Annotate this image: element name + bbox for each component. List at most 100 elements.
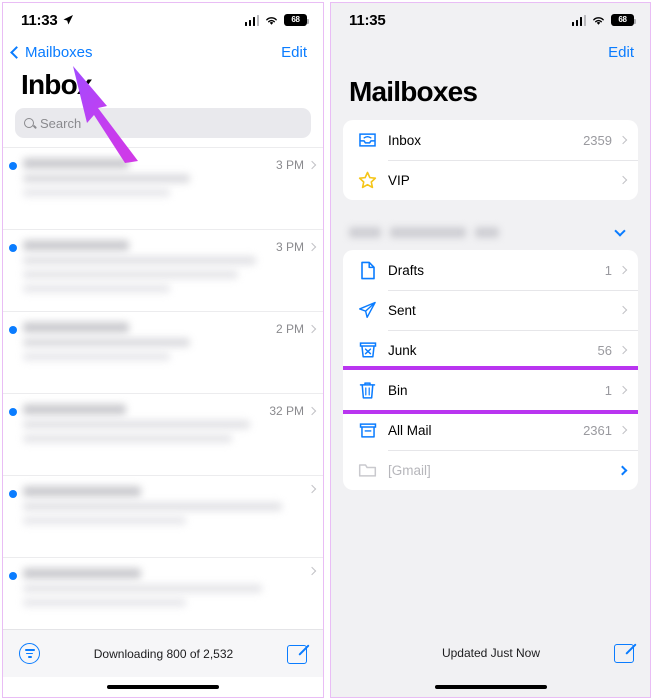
favorites-card: Inbox 2359 VIP <box>343 120 638 200</box>
message-meta <box>304 566 317 576</box>
search-bar-container: Search <box>3 108 323 147</box>
unread-dot <box>9 326 17 334</box>
inbox-tray-icon <box>355 132 380 148</box>
location-arrow-icon <box>63 15 73 25</box>
page-title: Mailboxes <box>349 76 478 107</box>
message-preview-redacted <box>23 402 269 443</box>
compose-icon[interactable] <box>286 643 310 664</box>
folder-icon <box>355 462 380 478</box>
message-meta: 3 PM <box>275 156 317 172</box>
mailbox-row-bin[interactable]: Bin 1 <box>343 370 638 410</box>
cellular-bars-icon <box>571 14 586 26</box>
left-status-icons: 68 <box>244 14 309 26</box>
chevron-right-icon <box>307 160 317 170</box>
mailbox-row-junk[interactable]: Junk 56 <box>343 330 638 370</box>
left-phone-screen: 11:33 68 Mailboxes Edit Inbox Search 3 P… <box>2 2 324 698</box>
home-indicator <box>3 677 323 697</box>
left-status-time-group: 11:33 <box>21 12 74 29</box>
message-row[interactable]: 32 PM <box>3 393 323 475</box>
chevron-right-icon <box>307 484 317 494</box>
message-row[interactable] <box>3 475 323 557</box>
compose-icon[interactable] <box>614 643 637 663</box>
mailbox-label: Drafts <box>388 262 425 278</box>
right-toolbar: Updated Just Now <box>331 629 650 677</box>
chevron-right-icon <box>618 305 628 315</box>
chevron-right-icon <box>307 406 317 416</box>
star-icon <box>355 171 380 189</box>
mailbox-row-all-mail[interactable]: All Mail 2361 <box>343 410 638 450</box>
mailbox-label: [Gmail] <box>388 462 431 478</box>
home-indicator <box>331 677 650 697</box>
mailboxes-body: Inbox 2359 VIP Drafts 1 Sent Junk 56 Bin… <box>331 120 650 629</box>
wifi-icon <box>266 16 277 25</box>
message-time: 2 PM <box>275 322 304 336</box>
message-meta <box>304 484 317 494</box>
mailbox-row-sent[interactable]: Sent <box>343 290 638 330</box>
chevron-right-icon <box>307 566 317 576</box>
trash-bin-icon <box>355 381 380 400</box>
right-nav-bar: Edit <box>331 37 650 67</box>
mailbox-row-inbox[interactable]: Inbox 2359 <box>343 120 638 160</box>
battery-level: 68 <box>618 15 627 24</box>
account-header-row[interactable] <box>343 214 638 250</box>
chevron-down-icon[interactable] <box>614 224 626 237</box>
message-preview-redacted <box>23 156 276 197</box>
message-list[interactable]: 3 PM 3 PM 2 PM 32 PM <box>3 147 323 629</box>
sent-paperplane-icon <box>355 301 380 319</box>
mailbox-label: Junk <box>388 342 417 358</box>
message-row[interactable] <box>3 557 323 629</box>
chevron-right-icon <box>618 135 628 145</box>
message-row[interactable]: 3 PM <box>3 147 323 229</box>
right-phone-screen: 11:35 68 Edit Mailboxes Inbox 2359 VIP D… <box>330 2 651 698</box>
mailbox-count: 1 <box>604 382 612 398</box>
message-preview-redacted <box>23 484 304 525</box>
drafts-document-icon <box>355 261 380 280</box>
filter-icon[interactable] <box>19 643 40 664</box>
wifi-icon <box>593 16 604 25</box>
mailbox-count: 56 <box>597 342 612 358</box>
message-preview-redacted <box>23 320 276 361</box>
left-status-bar: 11:33 68 <box>3 3 323 37</box>
junk-box-x-icon <box>355 341 380 359</box>
mailbox-row-vip[interactable]: VIP <box>343 160 638 200</box>
back-to-mailboxes-button[interactable]: Mailboxes <box>10 43 93 61</box>
right-status-icons: 68 <box>571 14 636 26</box>
message-row[interactable]: 3 PM <box>3 229 323 311</box>
updated-status-label: Updated Just Now <box>441 646 541 660</box>
cellular-bars-icon <box>244 14 259 26</box>
mailbox-row-gmail-folder[interactable]: [Gmail] <box>343 450 638 490</box>
mailboxes-card: Drafts 1 Sent Junk 56 Bin 1 All Mail 236… <box>343 250 638 490</box>
chevron-right-icon <box>307 324 317 334</box>
unread-dot <box>9 490 17 498</box>
chevron-right-icon <box>618 265 628 275</box>
message-time: 3 PM <box>275 158 304 172</box>
back-button-label: Mailboxes <box>25 43 93 61</box>
message-meta: 2 PM <box>275 320 317 336</box>
battery-icon: 68 <box>284 14 309 26</box>
unread-dot <box>9 408 17 416</box>
mailbox-row-drafts[interactable]: Drafts 1 <box>343 250 638 290</box>
message-time: 32 PM <box>269 404 304 418</box>
message-preview-redacted <box>23 566 304 607</box>
edit-button[interactable]: Edit <box>608 44 634 61</box>
mailbox-label: Bin <box>388 382 408 398</box>
status-time: 11:35 <box>349 11 386 29</box>
download-status-label: Downloading 800 of 2,532 <box>93 646 234 661</box>
chevron-right-icon <box>617 465 628 475</box>
message-row[interactable]: 2 PM <box>3 311 323 393</box>
search-input[interactable]: Search <box>15 108 311 138</box>
unread-dot <box>9 244 17 252</box>
battery-icon: 68 <box>611 14 636 26</box>
mailbox-label: VIP <box>388 172 410 188</box>
bin-row-highlight-wrapper: Bin 1 <box>343 366 638 414</box>
message-time: 3 PM <box>275 240 304 254</box>
edit-button[interactable]: Edit <box>281 44 307 61</box>
right-status-bar: 11:35 68 <box>331 3 650 37</box>
mailbox-count: 2361 <box>583 422 612 438</box>
mailbox-label: All Mail <box>388 422 432 438</box>
mailbox-count: 2359 <box>583 132 612 148</box>
message-preview-redacted <box>23 238 276 293</box>
chevron-left-icon <box>10 45 23 59</box>
account-name-redacted <box>349 226 499 238</box>
unread-dot <box>9 572 17 580</box>
